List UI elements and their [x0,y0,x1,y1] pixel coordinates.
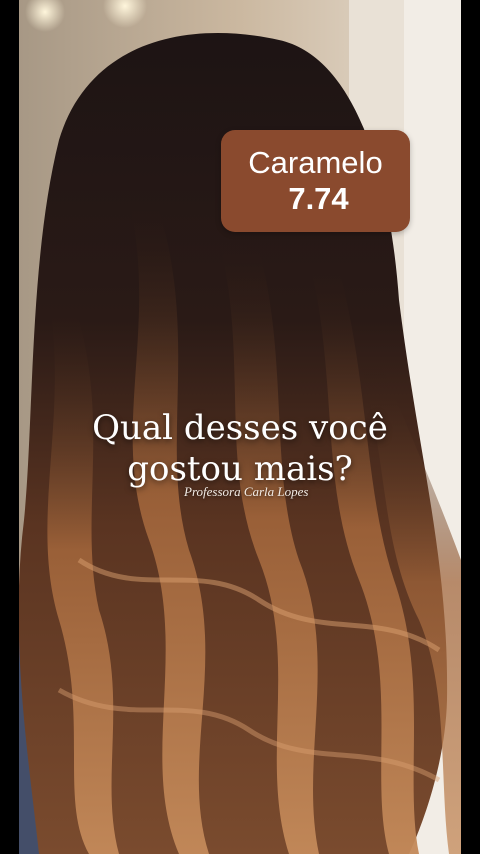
question-line-1: Qual desses você [92,408,388,448]
author-credit: Professora Carla Lopes [184,484,309,499]
color-code: 7.74 [288,181,349,216]
color-name: Caramelo [248,145,383,181]
question-caption: Qual desses você gostou mais? [40,408,440,490]
video-frame: Caramelo 7.74 Qual desses você gostou ma… [0,0,480,854]
color-badge: Caramelo 7.74 [221,130,410,232]
